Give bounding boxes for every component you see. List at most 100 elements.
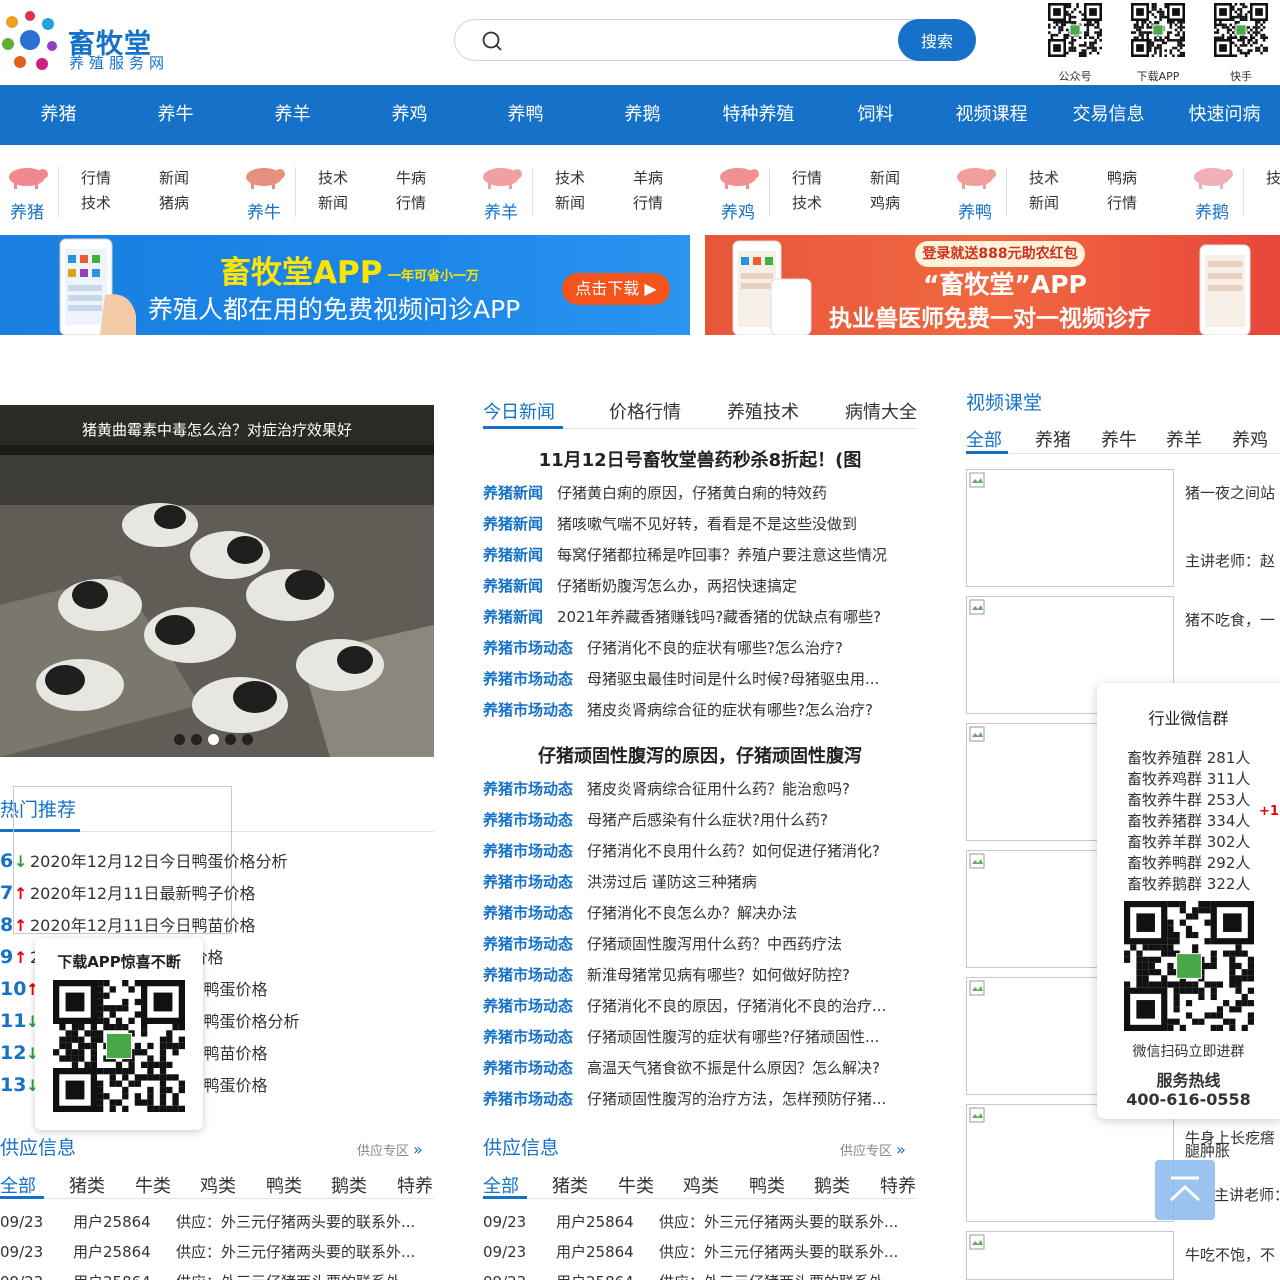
news-category[interactable]: 养猪市场动态 (483, 701, 573, 719)
nav-item-pig[interactable]: 养猪 (0, 85, 117, 145)
news-title[interactable]: 仔猪顽固性腹泻的治疗方法，怎样预防仔猪... (587, 1090, 886, 1108)
news-category[interactable]: 养猪市场动态 (483, 904, 573, 922)
news-item[interactable]: 养猪市场动态 仔猪顽固性腹泻用什么药？中西药疗法 (483, 933, 917, 957)
slider-dot[interactable] (242, 734, 253, 745)
nav-item-cattle[interactable]: 养牛 (117, 85, 234, 145)
subnav-link[interactable]: 技术 (318, 167, 354, 188)
subnav-link[interactable]: 新闻 (870, 167, 906, 188)
news-headline[interactable]: 11月12日号畜牧堂兽药秒杀8折起！(图 (483, 446, 917, 472)
news-item[interactable]: 养猪市场动态 猪皮炎肾病综合征用什么药？能治愈吗? (483, 778, 917, 802)
news-item[interactable]: 养猪新闻 仔猪黄白痢的原因，仔猪黄白痢的特效药 (483, 482, 917, 506)
news-category[interactable]: 养猪市场动态 (483, 842, 573, 860)
video-thumbnail[interactable] (966, 1104, 1174, 1222)
news-category[interactable]: 养猪新闻 (483, 484, 543, 502)
wechat-group[interactable]: 畜牧养羊群 302人 (1127, 831, 1250, 852)
tab-today-news[interactable]: 今日新闻 (483, 398, 555, 424)
news-item[interactable]: 养猪市场动态 新淮母猪常见病有哪些？如何做好防控? (483, 964, 917, 988)
news-category[interactable]: 养猪市场动态 (483, 811, 573, 829)
wechat-group[interactable]: 畜牧养牛群 253人 (1127, 789, 1250, 810)
subnav-link[interactable]: 新闻 (159, 167, 195, 188)
supply-tab[interactable]: 特养 (397, 1172, 433, 1198)
news-title[interactable]: 猪皮炎肾病综合征的症状有哪些?怎么治疗? (587, 701, 873, 719)
slider-dot[interactable] (174, 734, 185, 745)
supply-text[interactable]: 供应：外三元仔猪两头要的联系外... (176, 1273, 415, 1280)
supply-tab[interactable]: 鹅类 (331, 1172, 367, 1198)
news-item[interactable]: 养猪市场动态 仔猪顽固性腹泻的治疗方法，怎样预防仔猪... (483, 1088, 917, 1112)
supply-item[interactable]: 09/23用户25864供应：外三元仔猪两头要的联系外... (0, 1271, 434, 1280)
news-item[interactable]: 养猪市场动态 仔猪顽固性腹泻的症状有哪些?仔猪顽固性... (483, 1026, 917, 1050)
subnav-link[interactable]: 羊病 (633, 167, 669, 188)
subnav-link[interactable]: 猪病 (159, 192, 195, 213)
news-category[interactable]: 养猪市场动态 (483, 1059, 573, 1077)
subnav-link[interactable]: 行情 (792, 167, 828, 188)
video-tab[interactable]: 养牛 (1101, 426, 1137, 452)
news-category[interactable]: 养猪市场动态 (483, 780, 573, 798)
video-thumbnail[interactable] (966, 469, 1174, 587)
supply-item[interactable]: 09/23用户25864供应：外三元仔猪两头要的联系外... (483, 1211, 917, 1233)
tab-prices[interactable]: 价格行情 (609, 398, 681, 424)
news-title[interactable]: 猪咳嗽气喘不见好转，看看是不是这些没做到 (557, 515, 857, 533)
nav-item-goose[interactable]: 养鹅 (584, 85, 701, 145)
news-item[interactable]: 养猪市场动态 洪涝过后 谨防这三种猪病 (483, 871, 917, 895)
news-item[interactable]: 养猪新闻 2021年养藏香猪赚钱吗?藏香猪的优缺点有哪些? (483, 606, 917, 630)
app-banner-left[interactable]: 畜牧堂APP 一年可省小一万 养殖人都在用的免费视频问诊APP 点击下载 ▶ (0, 235, 690, 335)
subnav-link[interactable]: 行情 (81, 167, 117, 188)
news-title[interactable]: 仔猪消化不良的原因，仔猪消化不良的治疗... (587, 997, 886, 1015)
supply-more-link[interactable]: 供应专区» (840, 1140, 906, 1159)
news-category[interactable]: 养猪市场动态 (483, 966, 573, 984)
subnav-link[interactable]: 鸭病 (1107, 167, 1143, 188)
news-title[interactable]: 仔猪消化不良的症状有哪些?怎么治疗? (587, 639, 843, 657)
supply-item[interactable]: 09/23用户25864供应：外三元仔猪两头要的联系外... (0, 1241, 434, 1263)
news-category[interactable]: 养猪新闻 (483, 515, 543, 533)
wechat-group[interactable]: 畜牧养殖群 281人 (1127, 747, 1250, 768)
wechat-group[interactable]: 畜牧养猪群 334人 (1127, 810, 1250, 831)
nav-item-chicken[interactable]: 养鸡 (351, 85, 468, 145)
news-item[interactable]: 养猪市场动态 仔猪消化不良怎么办？解决办法 (483, 902, 917, 926)
supply-text[interactable]: 供应：外三元仔猪两头要的联系外... (659, 1243, 898, 1261)
news-title[interactable]: 2021年养藏香猪赚钱吗?藏香猪的优缺点有哪些? (557, 608, 881, 626)
subnav-link[interactable]: 牛病 (396, 167, 432, 188)
subnav-animal[interactable]: 养羊 (476, 163, 526, 223)
subnav-link[interactable]: 行情 (1107, 192, 1143, 213)
video-tab[interactable]: 养猪 (1035, 426, 1071, 452)
supply-text[interactable]: 供应：外三元仔猪两头要的联系外... (176, 1213, 415, 1231)
subnav-link[interactable]: 鸡病 (870, 192, 906, 213)
supply-tab[interactable]: 全部 (483, 1172, 519, 1198)
news-title[interactable]: 仔猪消化不良用什么药？如何促进仔猪消化? (587, 842, 880, 860)
image-slider[interactable]: 猪黄曲霉素中毒怎么治？对症治疗效果好 (0, 405, 434, 757)
supply-item[interactable]: 09/23用户25864供应：外三元仔猪两头要的联系外... (483, 1241, 917, 1263)
news-item[interactable]: 养猪市场动态 高温天气猪食欲不振是什么原因？怎么解决? (483, 1057, 917, 1081)
supply-tab[interactable]: 牛类 (135, 1172, 171, 1198)
news-item[interactable]: 养猪市场动态 仔猪消化不良用什么药？如何促进仔猪消化? (483, 840, 917, 864)
hot-item[interactable]: 6↓ 2020年12月12日今日鸭蛋价格分析 (0, 848, 287, 872)
subnav-link[interactable]: 技术 (555, 167, 591, 188)
nav-item-duck[interactable]: 养鸭 (467, 85, 584, 145)
back-to-top-button[interactable] (1155, 1160, 1215, 1220)
news-category[interactable]: 养猪市场动态 (483, 997, 573, 1015)
video-tab[interactable]: 养鸡 (1232, 426, 1268, 452)
video-title-text[interactable]: 猪不吃食，一 (1185, 609, 1275, 630)
news-category[interactable]: 养猪市场动态 (483, 935, 573, 953)
supply-tab[interactable]: 鸭类 (749, 1172, 785, 1198)
supply-tab[interactable]: 鸡类 (683, 1172, 719, 1198)
nav-item-feed[interactable]: 饲料 (817, 85, 934, 145)
subnav-link[interactable]: 技术 (792, 192, 828, 213)
slider-dot[interactable] (191, 734, 202, 745)
hot-item[interactable]: 8↑ 2020年12月11日今日鸭苗价格 (0, 912, 255, 936)
news-title[interactable]: 洪涝过后 谨防这三种猪病 (587, 873, 757, 891)
news-item[interactable]: 养猪市场动态 母猪驱虫最佳时间是什么时候?母猪驱虫用... (483, 668, 917, 692)
news-category[interactable]: 养猪市场动态 (483, 1090, 573, 1108)
wechat-group[interactable]: 畜牧养鹅群 322人 (1127, 873, 1250, 894)
supply-more-link[interactable]: 供应专区» (357, 1140, 423, 1159)
nav-item-video[interactable]: 视频课程 (933, 85, 1050, 145)
news-item[interactable]: 养猪市场动态 母猪产后感染有什么症状?用什么药? (483, 809, 917, 833)
tab-diseases[interactable]: 病情大全 (845, 398, 917, 424)
wechat-group[interactable]: 畜牧养鸭群 292人 (1127, 852, 1250, 873)
news-title[interactable]: 母猪驱虫最佳时间是什么时候?母猪驱虫用... (587, 670, 879, 688)
subnav-link[interactable]: 新闻 (1029, 192, 1065, 213)
slider-caption[interactable]: 猪黄曲霉素中毒怎么治？对症治疗效果好 (0, 405, 434, 455)
logo[interactable]: 畜牧堂 养殖服务网 (0, 8, 180, 72)
nav-item-trade[interactable]: 交易信息 (1050, 85, 1167, 145)
news-category[interactable]: 养猪新闻 (483, 546, 543, 564)
news-category[interactable]: 养猪市场动态 (483, 1028, 573, 1046)
